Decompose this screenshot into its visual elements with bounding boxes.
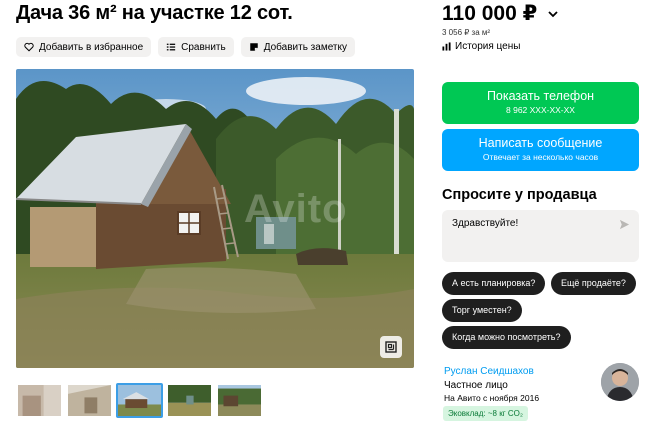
thumbnail-5-image <box>218 385 261 416</box>
house-photo <box>16 69 414 368</box>
avito-watermark: Avito <box>244 187 348 231</box>
thumbnail-3-image <box>118 385 161 416</box>
thumbnail-strip <box>16 383 263 418</box>
quick-question-chip[interactable]: Торг уместен? <box>442 299 522 322</box>
show-phone-label: Показать телефон <box>486 89 595 103</box>
ask-seller-heading: Спросите у продавца <box>442 187 597 203</box>
thumbnail-1-image <box>18 385 61 416</box>
listing-actions: Добавить в избранное Сравнить Добавить з… <box>16 37 355 57</box>
price-history-label: История цены <box>455 41 521 52</box>
heart-icon <box>24 42 34 52</box>
show-phone-button[interactable]: Показать телефон 8 962 XXX-XX-XX <box>442 82 639 124</box>
quick-question-chip[interactable]: А есть планировка? <box>442 272 546 295</box>
note-icon <box>249 43 258 51</box>
response-time-label: Отвечает за несколько часов <box>482 152 599 162</box>
seller-name-link[interactable]: Руслан Сеидшахов <box>444 366 534 377</box>
send-icon[interactable] <box>619 219 630 230</box>
add-to-favorites-button[interactable]: Добавить в избранное <box>16 37 152 57</box>
eco-contribution-badge[interactable]: Эковклад: ~8 кг CO₂ <box>443 406 528 421</box>
seller-since: На Авито с ноября 2016 <box>444 393 540 403</box>
fullscreen-button[interactable] <box>380 336 402 358</box>
seller-avatar-image <box>601 363 639 401</box>
thumbnail-2[interactable] <box>66 383 113 418</box>
compare-label: Сравнить <box>181 41 226 53</box>
price-value: 110 000 ₽ <box>442 2 538 25</box>
thumbnail-1[interactable] <box>16 383 63 418</box>
price-per-sqm: 3 056 ₽ за м² <box>442 28 491 37</box>
thumbnail-4-image <box>168 385 211 416</box>
phone-number-masked: 8 962 XXX-XX-XX <box>506 105 575 115</box>
price-history-link[interactable]: История цены <box>442 41 520 52</box>
thumbnail-5[interactable] <box>216 383 263 418</box>
thumbnail-4[interactable] <box>166 383 213 418</box>
thumbnail-3[interactable] <box>116 383 163 418</box>
price: 110 000 ₽ <box>442 1 559 26</box>
add-note-button[interactable]: Добавить заметку <box>240 37 355 57</box>
add-note-label: Добавить заметку <box>263 41 347 53</box>
seller-type: Частное лицо <box>444 380 508 391</box>
message-input[interactable]: Здравствуйте! <box>442 210 639 262</box>
quick-question-chip[interactable]: Когда можно посмотреть? <box>442 326 571 349</box>
main-photo[interactable]: Avito <box>16 69 414 368</box>
chevron-down-icon[interactable] <box>547 8 559 20</box>
fullscreen-icon <box>385 341 397 353</box>
compare-icon <box>166 43 176 51</box>
listing-title: Дача 36 м² на участке 12 сот. <box>16 2 293 24</box>
add-to-favorites-label: Добавить в избранное <box>39 41 144 53</box>
bar-chart-icon <box>442 42 451 51</box>
write-message-button[interactable]: Написать сообщение Отвечает за несколько… <box>442 129 639 171</box>
compare-button[interactable]: Сравнить <box>158 37 234 57</box>
quick-question-chip[interactable]: Ещё продаёте? <box>551 272 636 295</box>
seller-avatar[interactable] <box>601 363 639 401</box>
write-message-label: Написать сообщение <box>478 136 603 150</box>
message-input-value: Здравствуйте! <box>452 218 519 229</box>
thumbnail-2-image <box>68 385 111 416</box>
